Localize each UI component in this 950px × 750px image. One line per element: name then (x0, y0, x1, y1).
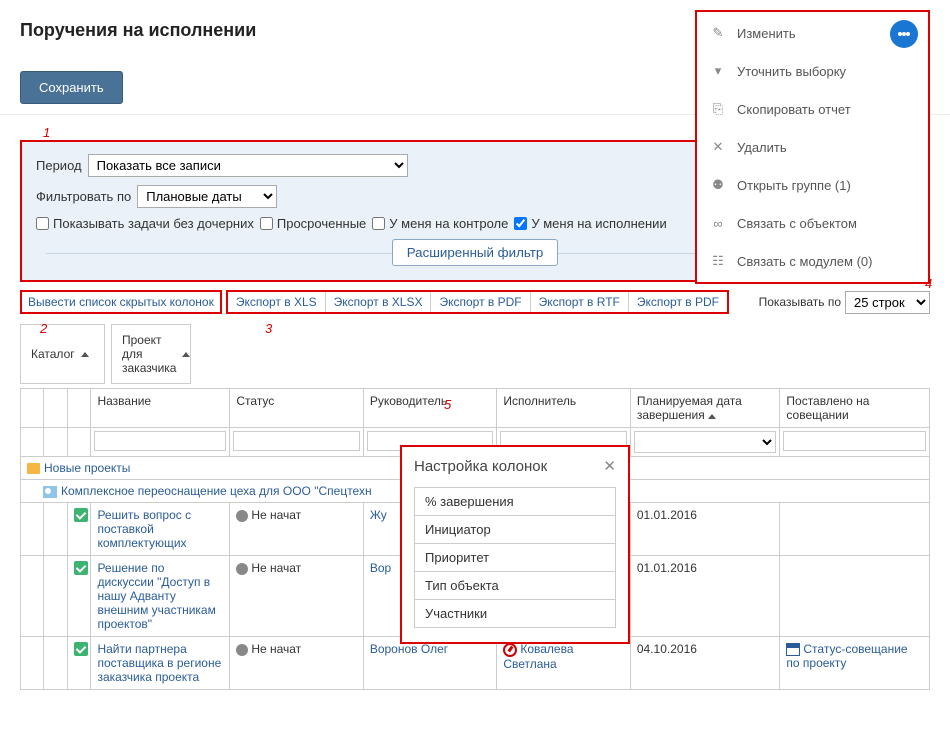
context-menu: ✎Изменить ▾Уточнить выборку ⎘Скопировать… (695, 10, 930, 284)
col-status[interactable]: Статус (230, 389, 364, 428)
check-on-execution[interactable] (514, 217, 527, 230)
filter-date[interactable] (634, 431, 777, 453)
col-name[interactable]: Название (91, 389, 230, 428)
column-option[interactable]: Приоритет (415, 544, 615, 572)
export-xlsx[interactable]: Экспорт в XLSX (326, 292, 432, 312)
sort-icon (81, 352, 89, 357)
status-icon (236, 644, 248, 656)
filterby-label: Фильтровать по (36, 189, 131, 204)
save-button[interactable]: Сохранить (20, 71, 123, 104)
check-icon (74, 642, 88, 656)
x-icon: ✕ (709, 138, 727, 156)
menu-copy[interactable]: ⎘Скопировать отчет (697, 90, 928, 128)
menu-link-object[interactable]: ∞Связать с объектом (697, 204, 928, 242)
avatar-icon (503, 643, 517, 657)
col-executor[interactable]: Исполнитель (497, 389, 631, 428)
task-link[interactable]: Решить вопрос с поставкой комплектующих (97, 508, 191, 550)
project-icon (43, 486, 57, 498)
sort-icon (182, 352, 190, 357)
funnel-icon: ▾ (709, 62, 727, 80)
hidden-columns-button[interactable]: Вывести список скрытых колонок (20, 290, 222, 314)
column-popup-title: Настройка колонок (414, 458, 547, 475)
rows-select[interactable]: 25 строк (845, 291, 930, 314)
link-icon: ∞ (709, 214, 727, 232)
column-settings-popup: Настройка колонок ✕ % завершения Инициат… (400, 445, 630, 644)
period-select[interactable]: Показать все записи (88, 154, 408, 177)
menu-link-module[interactable]: ☷Связать с модулем (0) (697, 242, 928, 280)
module-icon: ☷ (709, 252, 727, 270)
sort-icon (708, 414, 716, 419)
check-no-children[interactable] (36, 217, 49, 230)
menu-open-group[interactable]: ⚉Открыть группе (1) (697, 166, 928, 204)
advanced-filter-button[interactable]: Расширенный фильтр (392, 239, 559, 266)
check-icon (74, 561, 88, 575)
menu-delete[interactable]: ✕Удалить (697, 128, 928, 166)
folder-icon (27, 463, 40, 474)
header-row: Название Статус Руководитель Исполнитель… (21, 389, 930, 428)
check-icon (74, 508, 88, 522)
export-pdf-2[interactable]: Экспорт в PDF (629, 292, 727, 312)
check-overdue[interactable] (260, 217, 273, 230)
annotation-1: 1 (43, 125, 50, 140)
meeting-link[interactable]: Статус-совещание по проекту (786, 642, 907, 670)
col-meeting[interactable]: Поставлено на совещании (780, 389, 930, 428)
copy-icon: ⎘ (709, 100, 727, 118)
annotation-5: 5 (444, 397, 451, 412)
annotation-2: 2 (40, 321, 47, 336)
table-row: Найти партнера поставщика в регионе зака… (21, 637, 930, 690)
check-on-control[interactable] (372, 217, 385, 230)
task-link[interactable]: Найти партнера поставщика в регионе зака… (97, 642, 221, 684)
rows-label: Показывать по (759, 295, 841, 309)
manager-link[interactable]: Вор (370, 561, 391, 575)
status-icon (236, 510, 248, 522)
col-date[interactable]: Планируемая дата завершения (630, 389, 780, 428)
filter-name[interactable] (94, 431, 226, 451)
column-option[interactable]: Участники (415, 600, 615, 627)
export-pdf[interactable]: Экспорт в PDF (431, 292, 530, 312)
group-header-project[interactable]: Проект для заказчика (111, 324, 191, 384)
task-link[interactable]: Решение по дискуссии "Доступ в нашу Адва… (97, 561, 215, 631)
pencil-icon: ✎ (709, 24, 727, 42)
filterby-select[interactable]: Плановые даты (137, 185, 277, 208)
manager-link[interactable]: Жу (370, 508, 387, 522)
col-manager[interactable]: Руководитель (363, 389, 497, 428)
filter-status[interactable] (233, 431, 360, 451)
calendar-icon (786, 643, 800, 656)
close-icon[interactable]: ✕ (603, 457, 616, 475)
period-label: Период (36, 158, 82, 173)
column-option[interactable]: Инициатор (415, 516, 615, 544)
group-header-catalog[interactable]: Каталог (20, 324, 105, 384)
status-icon (236, 563, 248, 575)
toolbar: Вывести список скрытых колонок Экспорт в… (20, 290, 930, 314)
export-rtf[interactable]: Экспорт в RTF (531, 292, 629, 312)
annotation-3: 3 (265, 321, 272, 336)
manager-link[interactable]: Воронов Олег (370, 642, 448, 656)
column-option[interactable]: Тип объекта (415, 572, 615, 600)
filter-meeting[interactable] (783, 431, 926, 451)
column-option[interactable]: % завершения (415, 488, 615, 516)
export-xls[interactable]: Экспорт в XLS (228, 292, 326, 312)
menu-refine[interactable]: ▾Уточнить выборку (697, 52, 928, 90)
export-group: Экспорт в XLS Экспорт в XLSX Экспорт в P… (226, 290, 729, 314)
group-icon: ⚉ (709, 176, 727, 194)
more-actions-button[interactable] (890, 20, 918, 48)
